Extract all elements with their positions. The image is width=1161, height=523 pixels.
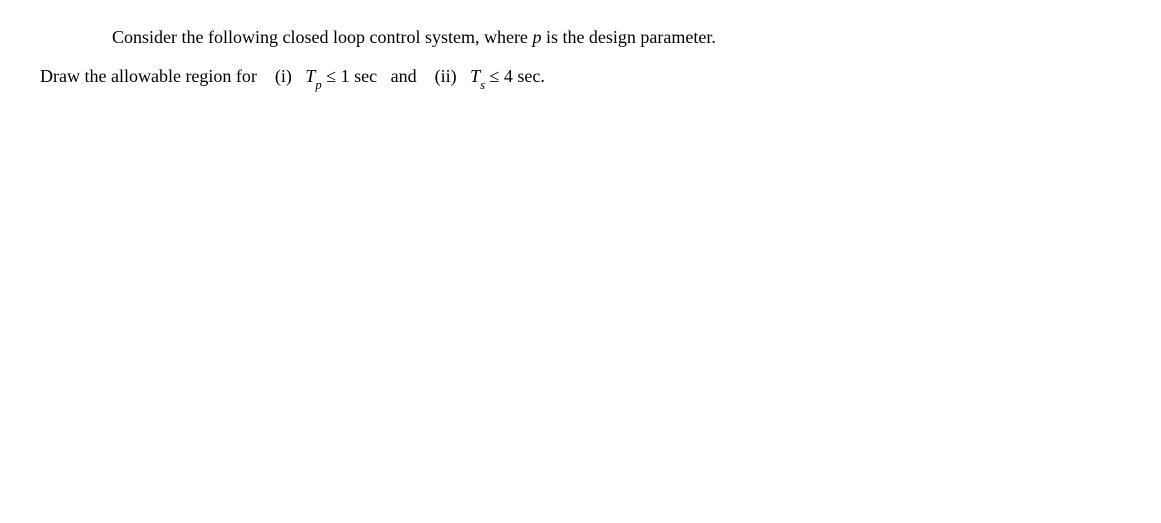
cond2-relation: ≤ 4 sec. bbox=[485, 66, 545, 86]
line1-text-pre: Consider the following closed loop contr… bbox=[112, 27, 532, 47]
line2-text-mid: and (ii) bbox=[377, 66, 470, 86]
line1-text-post: is the design parameter. bbox=[541, 27, 715, 47]
cond1-subscript: p bbox=[315, 78, 321, 92]
cond1-relation: ≤ 1 sec bbox=[322, 66, 377, 86]
line2-text-pre: Draw the allowable region for (i) bbox=[40, 66, 305, 86]
cond2-subscript: s bbox=[480, 78, 485, 92]
cond1-variable: T bbox=[305, 66, 315, 86]
problem-statement-line2: Draw the allowable region for (i) Tp ≤ 1… bbox=[40, 63, 1161, 92]
problem-statement-line1: Consider the following closed loop contr… bbox=[112, 24, 1161, 51]
cond2-variable: T bbox=[470, 66, 480, 86]
